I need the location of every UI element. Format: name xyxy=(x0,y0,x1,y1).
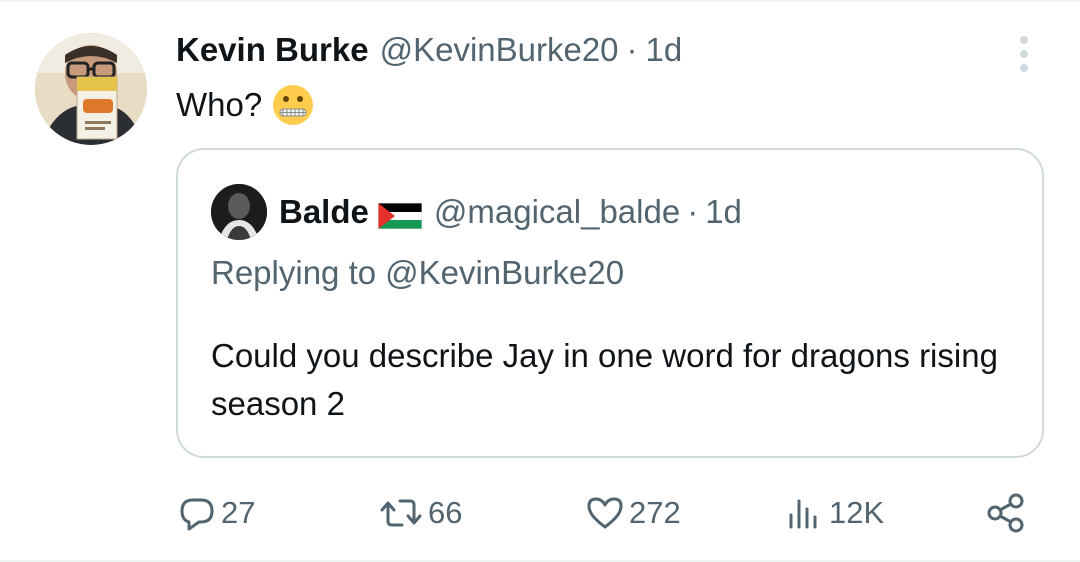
meta-separator: · xyxy=(626,31,638,68)
quoted-tweet-text: Could you describe Jay in one word for d… xyxy=(211,337,998,422)
top-divider xyxy=(0,0,1080,2)
retweet-count: 66 xyxy=(428,495,463,530)
quoted-author-avatar-image xyxy=(211,184,267,240)
like-icon xyxy=(587,497,623,529)
views-button[interactable]: 12K xyxy=(785,488,884,538)
like-count: 272 xyxy=(629,495,681,530)
tweet-text: Who? xyxy=(176,82,315,128)
more-options-button[interactable] xyxy=(1004,34,1044,74)
quoted-tweet-card[interactable]: Balde @magical_balde · 1d Replying to @K… xyxy=(176,148,1044,458)
retweet-button[interactable]: 66 xyxy=(378,488,462,538)
retweet-icon xyxy=(380,499,422,527)
reply-icon xyxy=(180,498,214,531)
action-bar: 27 66 272 12K xyxy=(0,488,1080,538)
quoted-tweet-timestamp[interactable]: 1d xyxy=(705,193,742,231)
more-vertical-icon xyxy=(1020,36,1028,72)
replying-to-line: Replying to @KevinBurke20 xyxy=(211,251,624,295)
author-display-name[interactable]: Kevin Burke xyxy=(176,31,369,69)
reply-button[interactable]: 27 xyxy=(177,488,255,538)
quoted-author-handle[interactable]: @magical_balde xyxy=(434,193,680,231)
author-line: Kevin Burke @KevinBurke20 · 1d xyxy=(176,26,682,74)
quoted-meta-separator: · xyxy=(687,193,699,230)
replying-to-handle[interactable]: @KevinBurke20 xyxy=(385,254,624,292)
quoted-author-display-name[interactable]: Balde xyxy=(279,193,369,231)
author-avatar[interactable] xyxy=(35,33,147,145)
like-button[interactable]: 272 xyxy=(585,488,681,538)
views-icon xyxy=(789,499,817,529)
replying-to-label: Replying to xyxy=(211,254,377,291)
tweet-timestamp[interactable]: 1d xyxy=(646,31,683,69)
share-button[interactable] xyxy=(985,488,1027,538)
quoted-author-line: Balde @magical_balde · 1d xyxy=(279,188,742,236)
tweet-text-content: Who? xyxy=(176,86,263,123)
quoted-author-avatar[interactable] xyxy=(211,184,267,240)
reply-count: 27 xyxy=(221,495,256,530)
share-icon xyxy=(987,493,1024,533)
author-avatar-image xyxy=(35,33,147,145)
views-count: 12K xyxy=(829,495,885,530)
tweet-page: Kevin Burke @KevinBurke20 · 1d Who? Bald… xyxy=(0,0,1080,562)
author-handle[interactable]: @KevinBurke20 xyxy=(380,31,619,69)
zipper-mouth-face-icon xyxy=(271,83,315,127)
palestine-flag-icon xyxy=(377,199,423,230)
